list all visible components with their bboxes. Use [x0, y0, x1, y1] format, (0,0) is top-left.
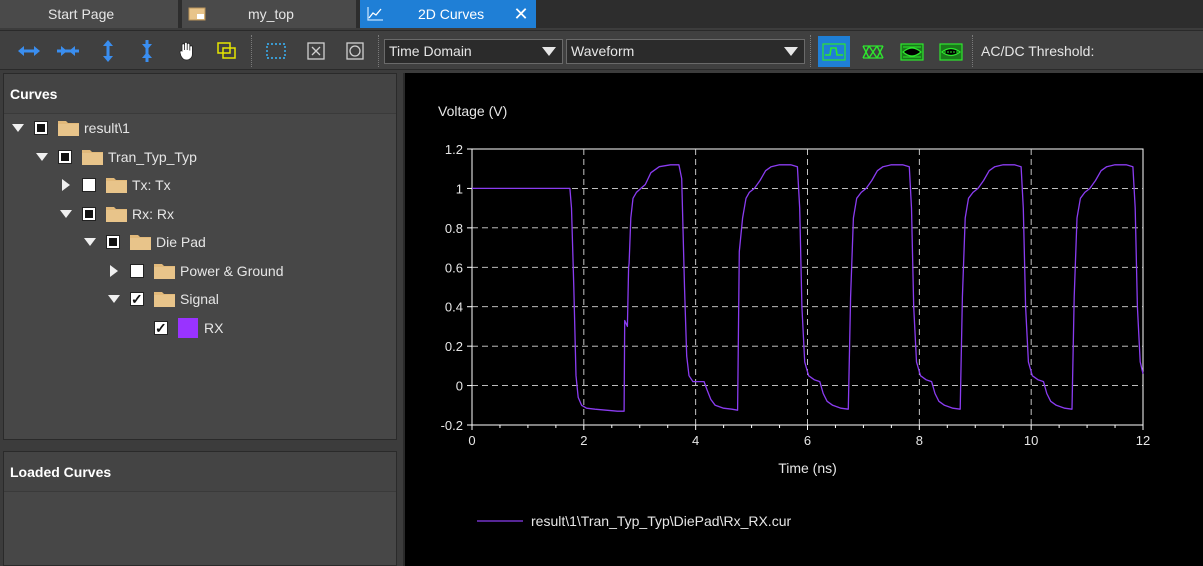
y-tick-label: 1.2 — [445, 142, 463, 157]
fit-all-icon[interactable] — [303, 38, 329, 64]
tree-item-label: Die Pad — [156, 234, 206, 250]
x-tick-label: 8 — [916, 433, 923, 448]
y-tick-label: 0 — [456, 379, 463, 394]
ac-dc-threshold-label: AC/DC Threshold: — [981, 43, 1095, 59]
tree-item-label: result\1 — [84, 120, 130, 136]
tab-bar: Start Page my_top 2D Curves ✕ — [0, 0, 1203, 28]
tree-checkbox[interactable] — [154, 316, 168, 340]
tree-checkbox[interactable] — [34, 121, 48, 135]
folder-icon — [58, 119, 79, 136]
tree-checkbox[interactable] — [58, 149, 72, 164]
domain-select-value: Time Domain — [389, 43, 472, 59]
y-tick-label: 0.6 — [445, 260, 463, 275]
expand-down-icon[interactable] — [12, 116, 24, 140]
tree-item-label: Power & Ground — [180, 262, 284, 279]
pan-up-down-icon[interactable] — [95, 38, 121, 64]
chevron-down-icon — [542, 47, 556, 56]
expand-down-icon[interactable] — [84, 230, 96, 254]
waveform-chart[interactable]: 0 2 4 6 8 10 12 1.2 1 0.8 0.6 0.4 0.2 0 -0.2 Voltage (V… — [405, 73, 1203, 566]
tab-2d-curves[interactable]: 2D Curves ✕ — [360, 0, 536, 28]
chevron-down-icon — [784, 47, 798, 56]
hand-pan-icon[interactable] — [174, 38, 200, 64]
tree-checkbox[interactable] — [82, 206, 96, 221]
plot-area[interactable]: 0 2 4 6 8 10 12 1.2 1 0.8 0.6 0.4 0.2 0 -0.2 Voltage (V… — [403, 73, 1203, 566]
toolbar: Time Domain Waveform AC/DC Threshold: — [0, 30, 1203, 70]
y-tick-label: -0.2 — [441, 418, 463, 433]
x-tick-label: 0 — [468, 433, 475, 448]
x-tick-label: 2 — [580, 433, 587, 448]
close-icon[interactable]: ✕ — [512, 0, 530, 28]
tree-item-signal[interactable]: Signal — [4, 287, 394, 311]
view-select-value: Waveform — [571, 43, 635, 59]
tab-2d-curves-label: 2D Curves — [418, 6, 485, 22]
tab-start-page-label: Start Page — [48, 6, 115, 22]
y-tick-label: 0.8 — [445, 221, 463, 236]
tree-item-die-pad[interactable]: Die Pad — [4, 230, 394, 254]
eye-diagram-icon[interactable] — [857, 36, 889, 67]
expand-right-icon[interactable] — [60, 173, 72, 197]
zoom-window-icon[interactable] — [214, 38, 240, 64]
x-tick-label: 4 — [692, 433, 699, 448]
tree-checkbox[interactable] — [130, 287, 144, 311]
expand-down-icon[interactable] — [108, 287, 120, 311]
toolbar-separator — [972, 35, 973, 67]
y-tick-label: 0.4 — [445, 300, 463, 315]
folder-icon — [106, 205, 127, 222]
eye-mask-icon[interactable] — [896, 36, 928, 67]
tree-item-result[interactable]: result\1 — [4, 116, 394, 140]
curves-panel: Curves result\1 Tran_Typ_Typ Tx: Tx Rx: Rx D… — [3, 73, 397, 440]
chart-icon — [367, 7, 383, 21]
loaded-curves-panel: Loaded Curves — [3, 451, 397, 566]
schematic-icon — [188, 7, 206, 21]
select-rectangle-icon[interactable] — [263, 38, 289, 64]
zoom-horizontal-icon[interactable] — [55, 38, 81, 64]
domain-select[interactable]: Time Domain — [384, 39, 563, 64]
legend-label: result\1\Tran_Typ_Typ\DiePad\Rx_RX.cur — [531, 513, 791, 529]
tree-item-power-ground[interactable]: Power & Ground — [4, 259, 394, 283]
tree-item-label: Signal — [180, 291, 219, 307]
y-axis-label: Voltage (V) — [438, 103, 507, 119]
expand-right-icon[interactable] — [108, 259, 120, 283]
zoom-extents-icon[interactable] — [342, 38, 368, 64]
tab-my-top[interactable]: my_top — [182, 0, 356, 28]
loaded-curves-title: Loaded Curves — [4, 452, 396, 492]
tree-checkbox[interactable] — [82, 178, 96, 192]
x-tick-label: 10 — [1024, 433, 1038, 448]
y-tick-label: 0.2 — [445, 339, 463, 354]
expand-down-icon[interactable] — [60, 202, 72, 226]
folder-icon — [82, 148, 103, 165]
x-axis-label: Time (ns) — [778, 460, 837, 476]
expand-down-icon[interactable] — [36, 145, 48, 169]
pan-left-right-icon[interactable] — [16, 38, 42, 64]
view-select[interactable]: Waveform — [566, 39, 805, 64]
toolbar-separator — [378, 35, 379, 67]
y-tick-label: 1 — [456, 181, 463, 196]
eye-density-icon[interactable] — [935, 36, 967, 67]
toolbar-separator — [810, 35, 811, 67]
tree-item-label: Tran_Typ_Typ — [108, 148, 197, 165]
tab-start-page[interactable]: Start Page — [0, 0, 178, 28]
app-window: Start Page my_top 2D Curves ✕ Time Domai… — [0, 0, 1203, 566]
zoom-vertical-icon[interactable] — [134, 38, 160, 64]
waveform-mode-icon[interactable] — [818, 36, 850, 67]
tree-item-label: RX — [204, 319, 224, 336]
folder-icon — [154, 262, 175, 279]
tree-item-rx-curve[interactable]: RX — [4, 316, 394, 340]
tree-item-tx[interactable]: Tx: Tx — [4, 173, 394, 197]
tree-checkbox[interactable] — [106, 235, 120, 249]
folder-icon — [106, 176, 127, 193]
toolbar-separator — [251, 35, 252, 67]
tree-item-tran-typ-typ[interactable]: Tran_Typ_Typ — [4, 145, 394, 169]
folder-icon — [154, 290, 175, 307]
tree-checkbox[interactable] — [130, 263, 144, 278]
tab-my-top-label: my_top — [248, 6, 294, 22]
x-tick-label: 6 — [804, 433, 811, 448]
tree-item-label: Tx: Tx — [132, 177, 171, 193]
curve-color-swatch[interactable] — [178, 317, 198, 338]
x-tick-label: 12 — [1136, 433, 1150, 448]
curves-panel-title: Curves — [4, 74, 396, 114]
tree-item-rx[interactable]: Rx: Rx — [4, 202, 394, 226]
folder-icon — [130, 233, 151, 250]
tree-item-label: Rx: Rx — [132, 205, 174, 222]
